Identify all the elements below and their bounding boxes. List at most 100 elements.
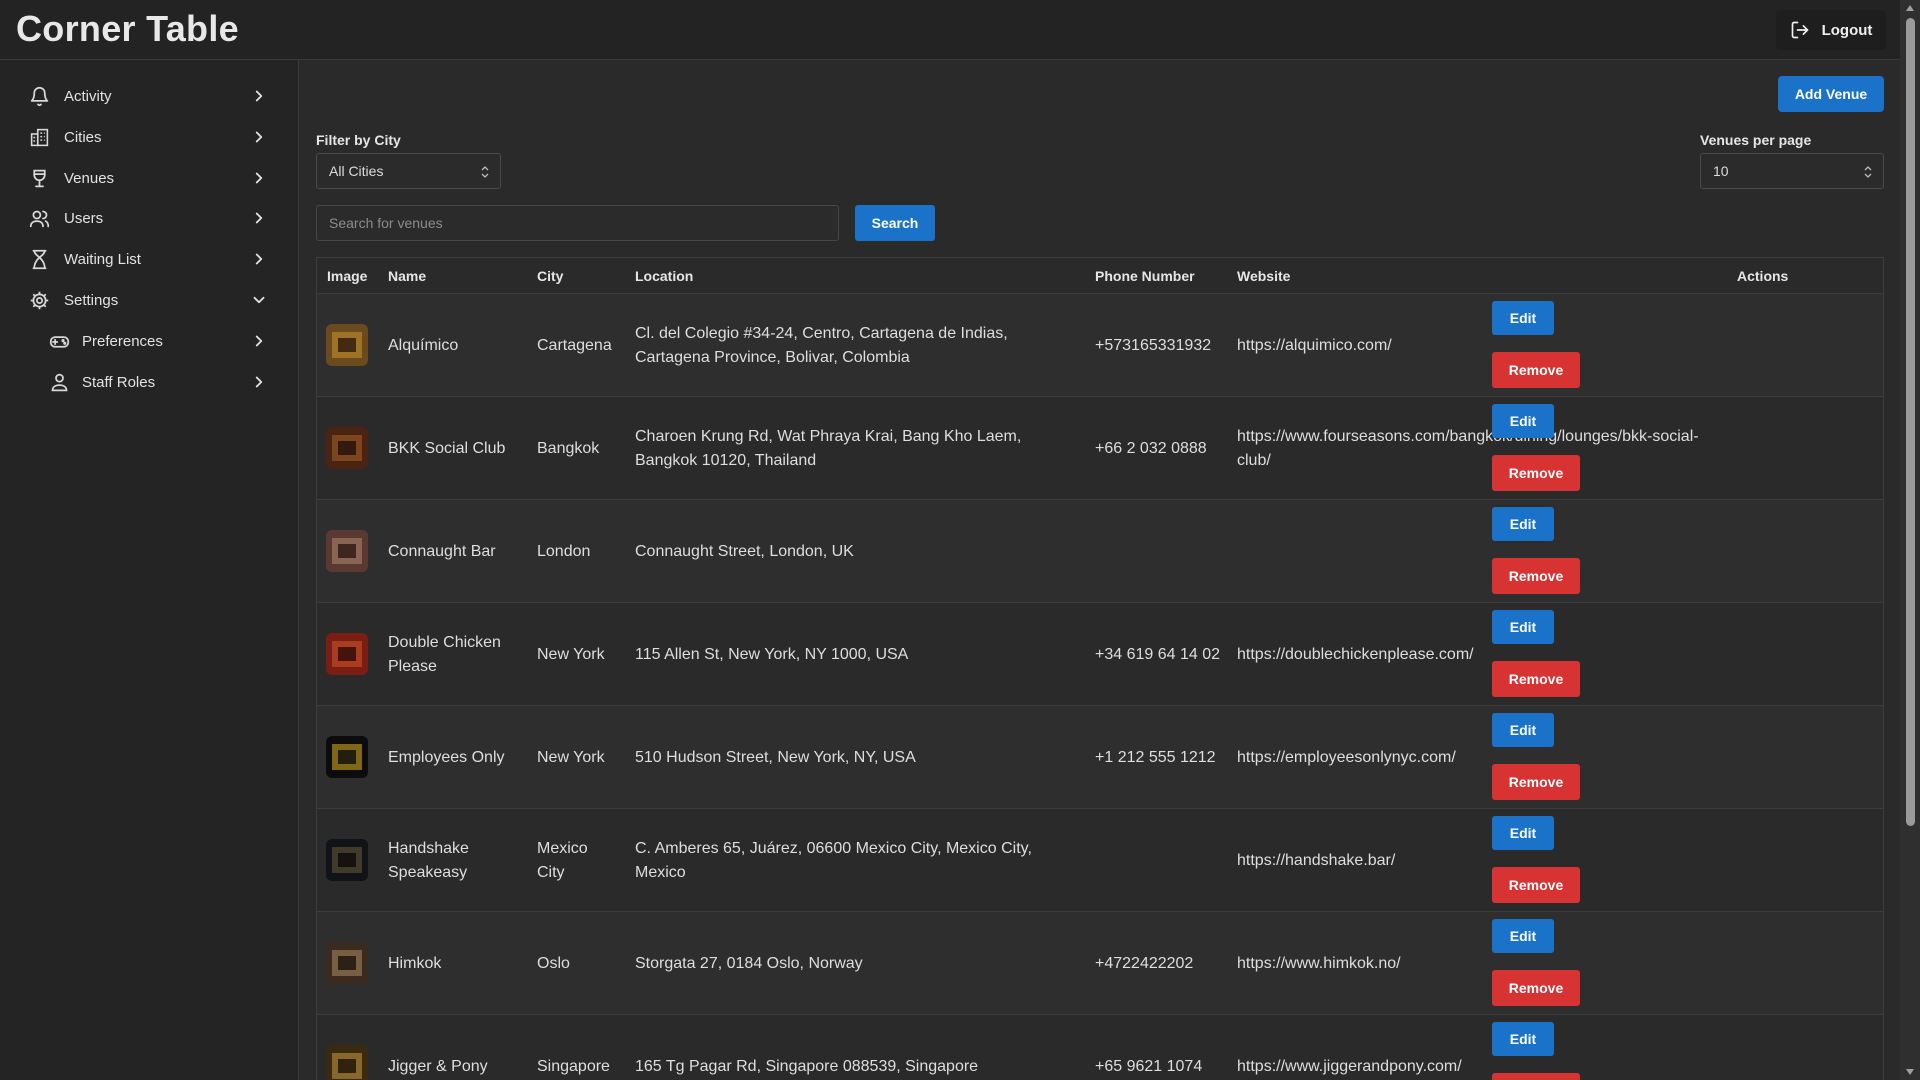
venue-website[interactable]: https://www.jiggerandpony.com/ (1237, 1055, 1727, 1079)
venue-website[interactable]: https://www.fourseasons.com/bangkok/dini… (1237, 425, 1727, 473)
venue-name: Connaught Bar (388, 543, 496, 560)
venue-location: C. Amberes 65, Juárez, 06600 Mexico City… (635, 840, 1032, 881)
venue-website[interactable]: https://doublechickenplease.com/ (1237, 643, 1727, 667)
sidebar-item-preferences[interactable]: Preferences (48, 323, 268, 359)
column-header-image: Image (327, 268, 368, 284)
sidebar-item-label: Preferences (82, 332, 163, 350)
venue-city: Bangkok (537, 440, 600, 457)
edit-button[interactable]: Edit (1492, 1022, 1554, 1056)
column-header-name: Name (388, 268, 427, 284)
venues-table: Image Name City Location Phone Number We… (316, 257, 1884, 1080)
venue-thumbnail (326, 324, 368, 366)
add-venue-button[interactable]: Add Venue (1778, 76, 1884, 112)
sidebar-item-label: Staff Roles (82, 373, 156, 391)
edit-button[interactable]: Edit (1492, 507, 1554, 541)
venue-city: Cartagena (537, 337, 612, 354)
venue-location: 115 Allen St, New York, NY 1000, USA (635, 646, 909, 663)
edit-button[interactable]: Edit (1492, 301, 1554, 335)
venues-per-page-label: Venues per page (1700, 132, 1812, 148)
scrollbar-thumb[interactable] (1906, 18, 1915, 826)
page-scrollbar[interactable] (1900, 0, 1920, 1080)
venue-name: Handshake Speakeasy (388, 840, 469, 881)
sidebar-item-users[interactable]: Users (28, 200, 268, 236)
chevron-down-icon (253, 296, 265, 304)
sidebar-item-label: Cities (64, 128, 102, 146)
venue-website[interactable]: https://handshake.bar/ (1237, 849, 1727, 873)
sidebar-item-staff-roles[interactable]: Staff Roles (48, 364, 268, 400)
table-row: Jigger & Pony Singapore 165 Tg Pagar Rd,… (317, 1015, 1883, 1080)
venue-website[interactable]: https://employeesonlynyc.com/ (1237, 746, 1727, 770)
venue-thumbnail (326, 942, 368, 984)
venue-name: Employees Only (388, 749, 505, 766)
sidebar-item-venues[interactable]: Venues (28, 160, 268, 196)
venue-location: Connaught Street, London, UK (635, 543, 854, 560)
column-header-phone: Phone Number (1095, 268, 1195, 284)
search-input[interactable]: Search for venues (316, 205, 839, 241)
venues-per-page-select[interactable]: 10 (1700, 153, 1884, 189)
logout-button[interactable]: Logout (1776, 10, 1886, 50)
edit-button[interactable]: Edit (1492, 404, 1554, 438)
venue-city: Oslo (537, 955, 570, 972)
venue-phone: +65 9621 1074 (1095, 1058, 1203, 1075)
venue-website[interactable]: https://www.himkok.no/ (1237, 952, 1727, 976)
table-row: Himkok Oslo Storgata 27, 0184 Oslo, Norw… (317, 912, 1883, 1015)
sidebar-item-cities[interactable]: Cities (28, 119, 268, 155)
city-filter-select[interactable]: All Cities (316, 153, 501, 189)
remove-button[interactable]: Remove (1492, 970, 1580, 1006)
main-content: Add Venue Filter by City All Cities Venu… (300, 60, 1900, 1080)
chevron-right-icon (255, 172, 263, 184)
city-filter-value: All Cities (329, 163, 384, 179)
chevron-right-icon (255, 253, 263, 265)
remove-button[interactable]: Remove (1492, 352, 1580, 388)
venue-location: Storgata 27, 0184 Oslo, Norway (635, 955, 863, 972)
sidebar-item-waiting-list[interactable]: Waiting List (28, 241, 268, 277)
app-title: Corner Table (16, 8, 239, 49)
venue-location: 165 Tg Pagar Rd, Singapore 088539, Singa… (635, 1058, 979, 1075)
hourglass-icon (28, 248, 50, 270)
edit-button[interactable]: Edit (1492, 816, 1554, 850)
remove-button[interactable]: Remove (1492, 867, 1580, 903)
cocktail-icon (28, 167, 50, 189)
users-icon (28, 207, 50, 229)
venue-phone: +4722422202 (1095, 955, 1194, 972)
remove-button[interactable]: Remove (1492, 764, 1580, 800)
edit-button[interactable]: Edit (1492, 713, 1554, 747)
table-header: Image Name City Location Phone Number We… (317, 258, 1883, 294)
venue-city: Mexico City (537, 840, 588, 881)
venue-city: Singapore (537, 1058, 610, 1075)
updown-arrows-icon (481, 166, 489, 178)
updown-arrows-icon (1864, 166, 1872, 178)
venue-website[interactable]: https://alquimico.com/ (1237, 334, 1727, 358)
logout-icon (1791, 21, 1808, 39)
table-row: Double Chicken Please New York 115 Allen… (317, 603, 1883, 706)
chevron-right-icon (255, 131, 263, 143)
venue-thumbnail (326, 839, 368, 881)
venue-thumbnail (326, 736, 368, 778)
remove-button[interactable]: Remove (1492, 1073, 1580, 1080)
edit-button[interactable]: Edit (1492, 610, 1554, 644)
sidebar-item-label: Venues (64, 169, 115, 187)
remove-button[interactable]: Remove (1492, 661, 1580, 697)
remove-button[interactable]: Remove (1492, 558, 1580, 594)
edit-button[interactable]: Edit (1492, 919, 1554, 953)
venue-name: Alquímico (388, 337, 459, 354)
venue-phone: +1 212 555 1212 (1095, 749, 1216, 766)
table-row: Handshake Speakeasy Mexico City C. Amber… (317, 809, 1883, 912)
column-header-location: Location (635, 268, 694, 284)
chevron-right-icon (255, 90, 263, 102)
scroll-down-arrow-icon[interactable] (1905, 1068, 1915, 1076)
search-button[interactable]: Search (855, 205, 935, 241)
top-bar: Corner Table Logout (0, 0, 1900, 60)
table-row: BKK Social Club Bangkok Charoen Krung Rd… (317, 397, 1883, 500)
gamepad-icon (48, 330, 70, 352)
sidebar-item-activity[interactable]: Activity (28, 78, 268, 114)
scroll-up-arrow-icon[interactable] (1905, 4, 1915, 12)
sidebar-item-settings[interactable]: Settings (28, 282, 268, 318)
venue-name: Double Chicken Please (388, 634, 501, 675)
sidebar-item-label: Activity (64, 87, 112, 105)
venue-thumbnail (326, 530, 368, 572)
column-header-actions: Actions (1737, 268, 1789, 284)
filter-by-city-label: Filter by City (316, 132, 401, 148)
remove-button[interactable]: Remove (1492, 455, 1580, 491)
person-icon (48, 371, 70, 393)
